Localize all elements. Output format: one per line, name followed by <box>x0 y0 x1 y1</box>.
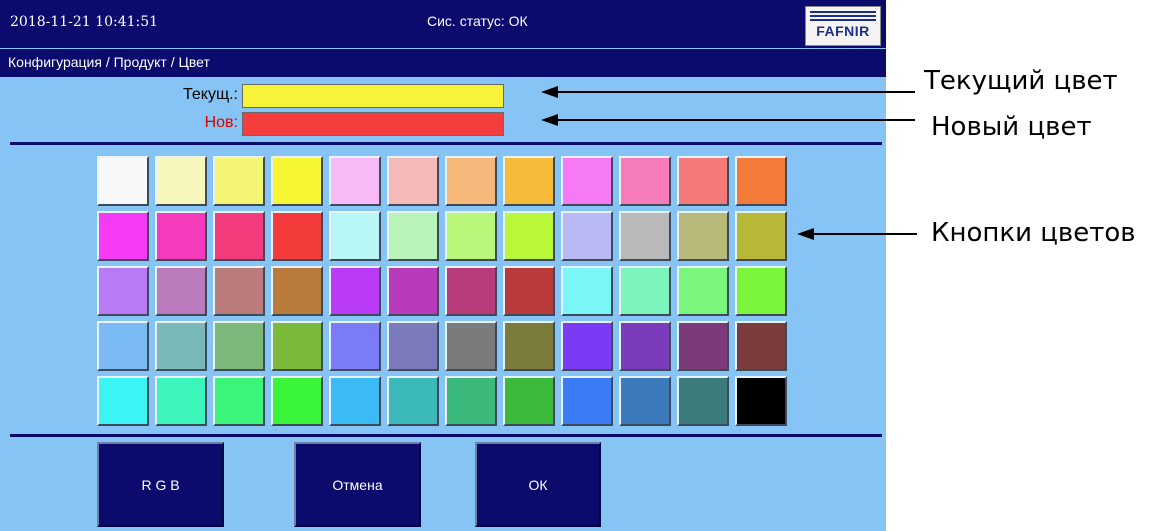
annotation-color-buttons: Кнопки цветов <box>931 218 1136 248</box>
arrow-color-buttons <box>797 228 917 240</box>
annotation-new-color: Новый цвет <box>931 112 1092 142</box>
arrow-new-color <box>541 114 915 126</box>
annotation-current-color: Текущий цвет <box>924 66 1118 96</box>
arrow-current-color <box>541 86 915 98</box>
